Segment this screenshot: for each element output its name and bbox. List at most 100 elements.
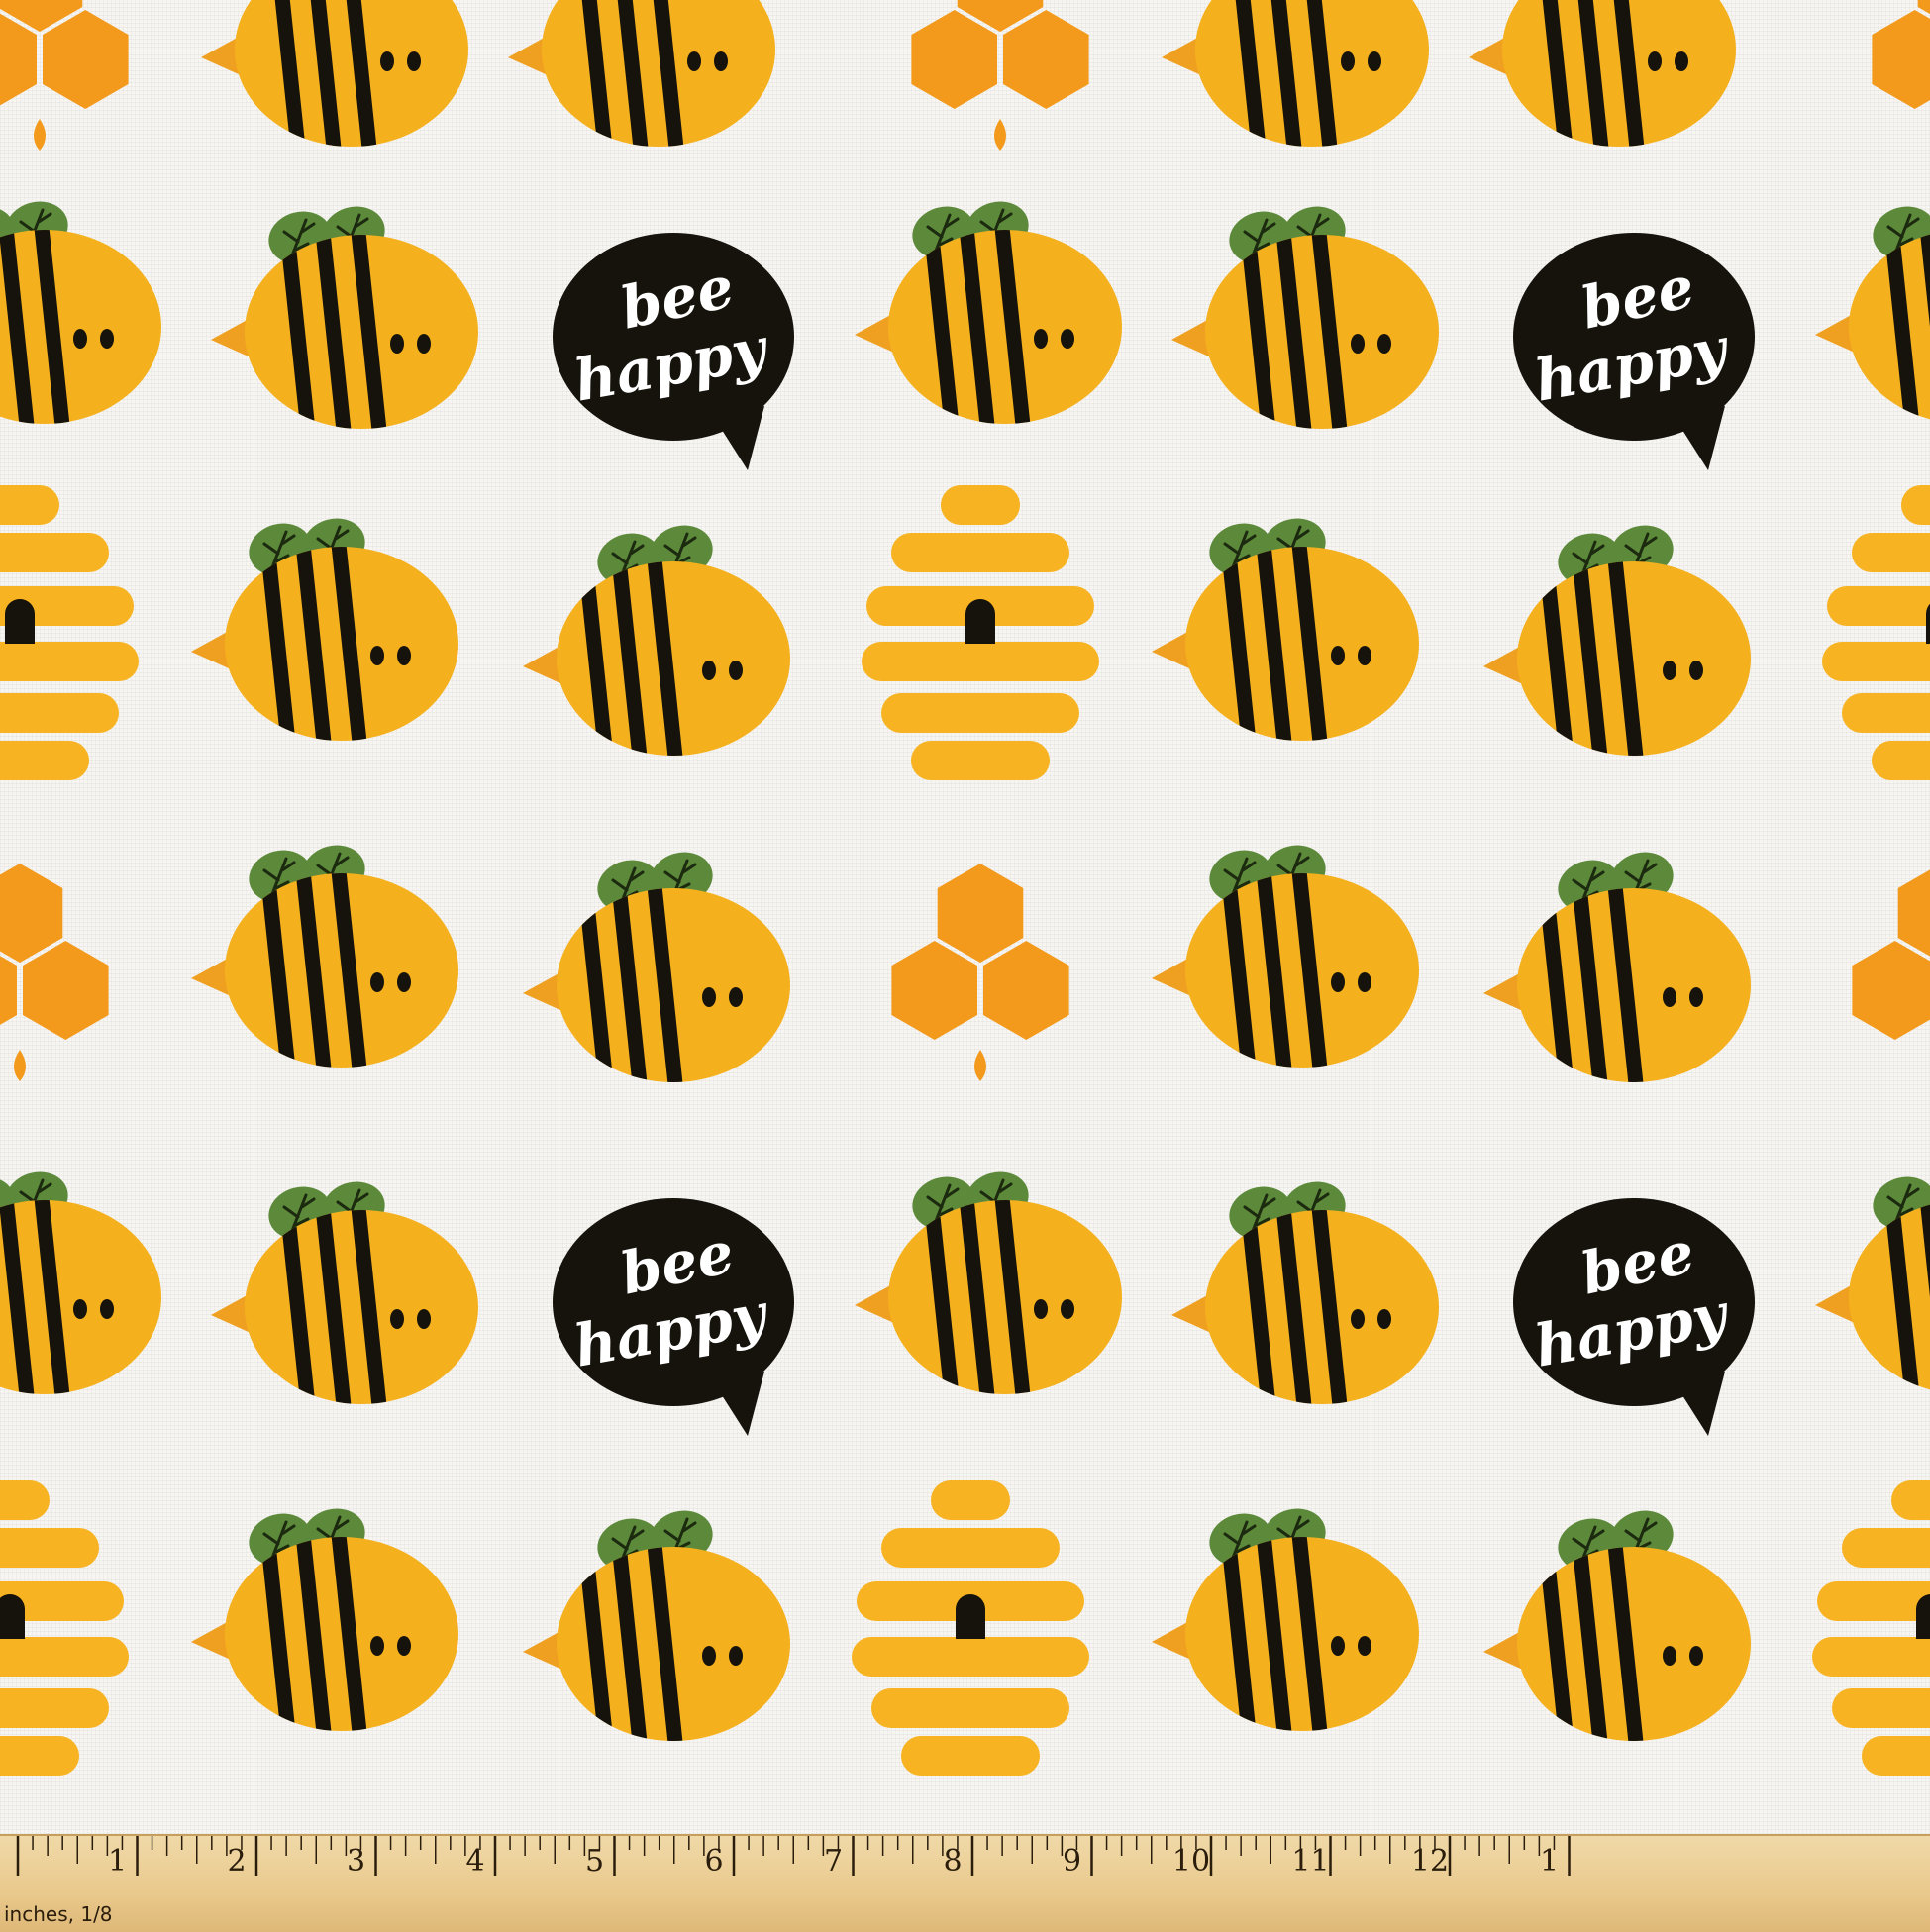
bee-eye — [1368, 51, 1381, 71]
bee-eye — [702, 1646, 716, 1666]
bee-motif — [508, 0, 775, 167]
bee-happy-speech-bubble: beehappy — [1513, 1198, 1755, 1436]
bee-motif — [523, 1504, 790, 1763]
fabric-pattern: beehappybeehappybeehappybeehappybeehappy… — [0, 0, 1930, 1834]
bee-eye — [1689, 661, 1703, 680]
bee-stinger — [1171, 318, 1211, 357]
bee-eye — [370, 1636, 384, 1656]
ruler-number: 4 — [465, 1844, 484, 1879]
beehive-motif — [0, 485, 139, 780]
bee-eye — [417, 1309, 431, 1329]
honeycomb-motif — [0, 0, 129, 151]
bee-motif — [523, 846, 790, 1104]
bee-stinger — [1815, 313, 1855, 353]
bee-stinger — [191, 630, 231, 669]
ruler-unit-label: inches, 1/8 — [4, 1902, 113, 1926]
bee-motif — [1171, 200, 1439, 451]
bee-stinger — [1469, 36, 1508, 75]
bee-eye — [390, 1309, 404, 1329]
bee-happy-speech-bubble: beehappy — [553, 1198, 794, 1436]
bee-motif — [191, 1502, 458, 1753]
bee-stinger — [1483, 645, 1523, 684]
bee-eye — [1358, 646, 1371, 665]
bee-motif — [1152, 839, 1419, 1089]
ruler-number: 6 — [704, 1844, 723, 1879]
bee-stinger — [1483, 971, 1523, 1011]
ruler-ticks — [0, 1836, 1930, 1932]
bee-eye — [1331, 646, 1345, 665]
ruler-number: 11 — [1291, 1844, 1329, 1879]
bee-eye — [100, 329, 114, 349]
bee-eye — [397, 646, 411, 665]
bee-eye — [1034, 329, 1048, 349]
bee-stinger — [191, 1620, 231, 1660]
honeycomb-motif — [911, 0, 1088, 151]
bee-motif — [0, 1166, 161, 1416]
beehive-motif — [852, 1480, 1089, 1776]
hive-entrance — [0, 1594, 25, 1639]
bee-eye — [714, 51, 728, 71]
ruler-number: 3 — [347, 1844, 365, 1879]
bee-eye — [1663, 1646, 1676, 1666]
bee-stinger — [211, 318, 251, 357]
bee-motif — [1483, 519, 1751, 777]
bee-motif — [1469, 0, 1736, 167]
bee-eye — [1377, 334, 1391, 354]
bee-eye — [1689, 1646, 1703, 1666]
bee-eye — [417, 334, 431, 354]
bee-stinger — [855, 1283, 894, 1323]
bee-pattern-artwork: beehappybeehappybeehappybeehappybeehappy… — [0, 0, 1930, 1834]
bee-eye — [73, 1299, 87, 1319]
ruler-number: 9 — [1063, 1844, 1081, 1879]
bee-eye — [1358, 1636, 1371, 1656]
bee-eye — [1351, 334, 1365, 354]
honey-drip — [994, 101, 1006, 151]
ruler-number: 2 — [227, 1844, 246, 1879]
bee-stinger — [855, 313, 894, 353]
hive-entrance — [965, 599, 995, 644]
hive-entrance — [5, 599, 35, 644]
bee-eye — [397, 1636, 411, 1656]
bee-eye — [1351, 1309, 1365, 1329]
honeycomb-motif — [1872, 0, 1930, 151]
bee-eye — [729, 987, 743, 1007]
bee-stinger — [211, 1293, 251, 1333]
bee-eye — [380, 51, 394, 71]
honeycomb-motif — [1852, 864, 1930, 1081]
bee-motif — [855, 1166, 1122, 1416]
bee-eye — [702, 661, 716, 680]
ruler-number: 12 — [1411, 1844, 1449, 1879]
bee-eye — [1331, 972, 1345, 992]
bee-motif — [1815, 195, 1930, 446]
bee-eye — [1358, 972, 1371, 992]
bee-motif — [211, 200, 478, 451]
bee-eye — [687, 51, 701, 71]
bee-stinger — [1152, 957, 1191, 996]
bee-eye — [729, 661, 743, 680]
hive-entrance — [956, 1594, 985, 1639]
bee-eye — [407, 51, 421, 71]
bee-stinger — [1162, 36, 1201, 75]
bee-stinger — [1171, 1293, 1211, 1333]
bee-stinger — [523, 645, 562, 684]
bee-motif — [1171, 1175, 1439, 1426]
measuring-ruler: 1234567891011121 inches, 1/8 — [0, 1834, 1930, 1932]
ruler-number: 8 — [943, 1844, 962, 1879]
bee-eye — [1663, 987, 1676, 1007]
bee-stinger — [1152, 630, 1191, 669]
bee-eye — [1675, 51, 1688, 71]
bee-eye — [397, 972, 411, 992]
bee-eye — [1061, 1299, 1074, 1319]
ruler-number: 1 — [108, 1844, 127, 1879]
bee-happy-speech-bubble: beehappy — [553, 233, 794, 470]
bee-motif — [1483, 1504, 1751, 1763]
bee-eye — [729, 1646, 743, 1666]
bee-motif — [1152, 512, 1419, 763]
bee-eye — [1061, 329, 1074, 349]
beehive-motif — [0, 1480, 129, 1776]
honeycomb-motif — [891, 864, 1068, 1081]
beehive-motif — [862, 485, 1099, 780]
bee-motif — [1162, 0, 1429, 167]
bee-stinger — [201, 36, 241, 75]
bee-motif — [1815, 1166, 1930, 1416]
